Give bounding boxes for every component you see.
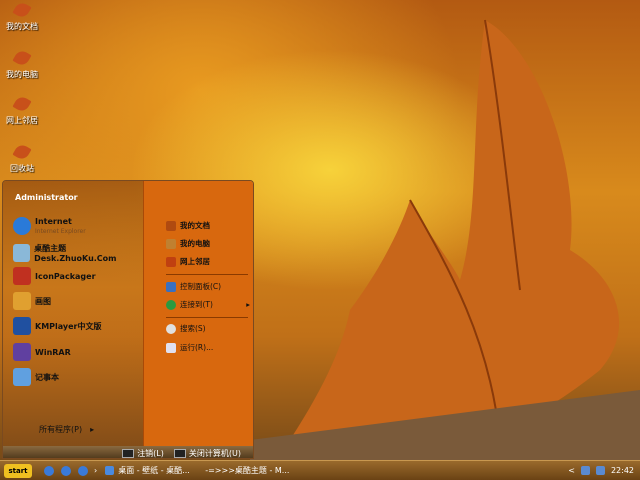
kmplayer-icon: [13, 317, 31, 335]
task-label: -=>>>桌酷主题 - M...: [205, 466, 290, 475]
separator: [166, 274, 248, 275]
desktop-icon[interactable]: [78, 465, 88, 476]
winrar-icon: [13, 343, 31, 361]
quicklaunch-expand-icon[interactable]: ›: [94, 466, 97, 475]
network-icon[interactable]: [580, 466, 590, 475]
arrow-right-icon: ▸: [90, 425, 95, 434]
control-panel-icon: [166, 281, 176, 292]
leaf-icon: [166, 238, 176, 249]
desktop-icon-my-computer[interactable]: 我的电脑: [0, 48, 44, 80]
menu-item-label: 我的文档: [180, 221, 210, 230]
leaf-icon: [12, 94, 32, 114]
menu-item-label: WinRAR: [35, 347, 71, 357]
menu-item-iconpackager[interactable]: IconPackager: [13, 267, 96, 285]
run-icon: [166, 342, 176, 353]
arrow-right-icon: ▸: [246, 300, 250, 309]
menu-item-label: 我的电脑: [180, 239, 210, 248]
shutdown-button[interactable]: 关闭计算机(U): [173, 448, 241, 459]
menu-item-label: IconPackager: [35, 271, 96, 281]
start-button[interactable]: start: [4, 463, 32, 478]
notepad-icon: [13, 368, 31, 386]
menu-item-label: 网上邻居: [180, 257, 210, 266]
menu-item-kmplayer[interactable]: KMPlayer中文版: [13, 317, 102, 335]
start-menu: Administrator Internet Internet Explorer …: [2, 180, 254, 459]
all-programs-button[interactable]: 所有程序(P) ▸: [39, 424, 94, 435]
leaf-icon: [12, 142, 32, 162]
menu-item-label: Internet: [35, 217, 72, 226]
logoff-button[interactable]: 注销(L): [122, 448, 164, 459]
taskbar-button[interactable]: 桌面 - 壁纸 - 桌酷...: [105, 465, 193, 476]
system-tray: < 22:42: [568, 466, 640, 475]
ie-icon: [13, 217, 31, 235]
theme-icon: [13, 244, 31, 262]
desktop-icon-network[interactable]: 网上邻居: [0, 94, 44, 126]
menu-item-paint[interactable]: 画图: [13, 292, 51, 310]
menu-item-label: KMPlayer中文版: [35, 321, 102, 331]
menu-item-label: 记事本: [35, 372, 59, 382]
menu-item-control-panel[interactable]: 控制面板(C): [166, 281, 221, 292]
menu-item-winrar[interactable]: WinRAR: [13, 343, 71, 361]
leaf-icon: [12, 48, 32, 68]
desktop-icon-label: 我的电脑: [6, 70, 38, 79]
menu-item-sublabel: Internet Explorer: [35, 228, 86, 235]
task-label: 桌面 - 壁纸 - 桌酷...: [118, 466, 190, 475]
input-method-icon[interactable]: [595, 466, 605, 475]
all-programs-label: 所有程序(P): [39, 425, 83, 434]
lock-icon: [122, 448, 135, 458]
menu-item-label: 画图: [35, 296, 51, 306]
user-name: Administrator: [15, 193, 78, 202]
power-icon: [173, 448, 186, 458]
menu-item-run[interactable]: 运行(R)...: [166, 342, 213, 353]
leaf-icon: [166, 256, 176, 267]
leaf-icon: [12, 0, 32, 20]
menu-item-label: 控制面板(C): [180, 282, 222, 291]
menu-item-label: 连接到(T): [180, 300, 213, 309]
menu-item-internet[interactable]: Internet Internet Explorer: [13, 217, 86, 235]
desktop-icon-recycle-bin[interactable]: 回收站: [0, 142, 44, 174]
menu-item-my-computer[interactable]: 我的电脑: [166, 238, 210, 249]
tray-expand-button[interactable]: <: [568, 466, 575, 475]
menu-item-notepad[interactable]: 记事本: [13, 368, 59, 386]
menu-item-label: 搜索(S): [180, 324, 206, 333]
menu-item-network[interactable]: 网上邻居: [166, 256, 210, 267]
start-menu-left-panel: Administrator Internet Internet Explorer …: [3, 181, 143, 446]
search-icon: [166, 323, 176, 334]
menu-item-search[interactable]: 搜索(S): [166, 323, 206, 334]
clock[interactable]: 22:42: [611, 466, 634, 475]
taskbar-button[interactable]: -=>>>桌酷主题 - M...: [201, 465, 289, 476]
taskbar: start › 桌面 - 壁纸 - 桌酷... -=>>>桌酷主题 - M...…: [0, 460, 640, 480]
menu-item-connect-to[interactable]: 连接到(T) ▸: [166, 299, 250, 310]
leaf-icon: [166, 220, 176, 231]
desktop-icon-label: 网上邻居: [6, 116, 38, 125]
menu-item-my-documents[interactable]: 我的文档: [166, 220, 210, 231]
start-menu-right-panel: 我的文档 我的电脑 网上邻居 控制面板(C) 连接到(T) ▸ 搜索(S) 运行(…: [143, 181, 253, 446]
start-menu-footer: 注销(L) 关闭计算机(U): [3, 446, 253, 459]
desktop-icon-label: 我的文档: [6, 22, 38, 31]
globe-icon: [166, 299, 176, 310]
iconpackager-icon: [13, 267, 31, 285]
ie-icon[interactable]: [44, 465, 54, 476]
logoff-label: 注销(L): [137, 448, 164, 458]
shutdown-label: 关闭计算机(U): [188, 448, 241, 458]
separator: [166, 317, 248, 318]
menu-item-label: 运行(R)...: [180, 343, 214, 352]
menu-item-zhuoku[interactable]: 桌酷主题Desk.ZhuoKu.Com: [13, 243, 143, 263]
wallpaper-leaf: [250, 19, 640, 460]
paint-icon: [13, 292, 31, 310]
desktop-icon-my-documents[interactable]: 我的文档: [0, 0, 44, 32]
menu-item-label: 桌酷主题Desk.ZhuoKu.Com: [34, 244, 117, 263]
desktop-icon-label: 回收站: [10, 164, 34, 173]
chrome-icon: [105, 466, 115, 475]
media-player-icon[interactable]: [61, 465, 71, 476]
